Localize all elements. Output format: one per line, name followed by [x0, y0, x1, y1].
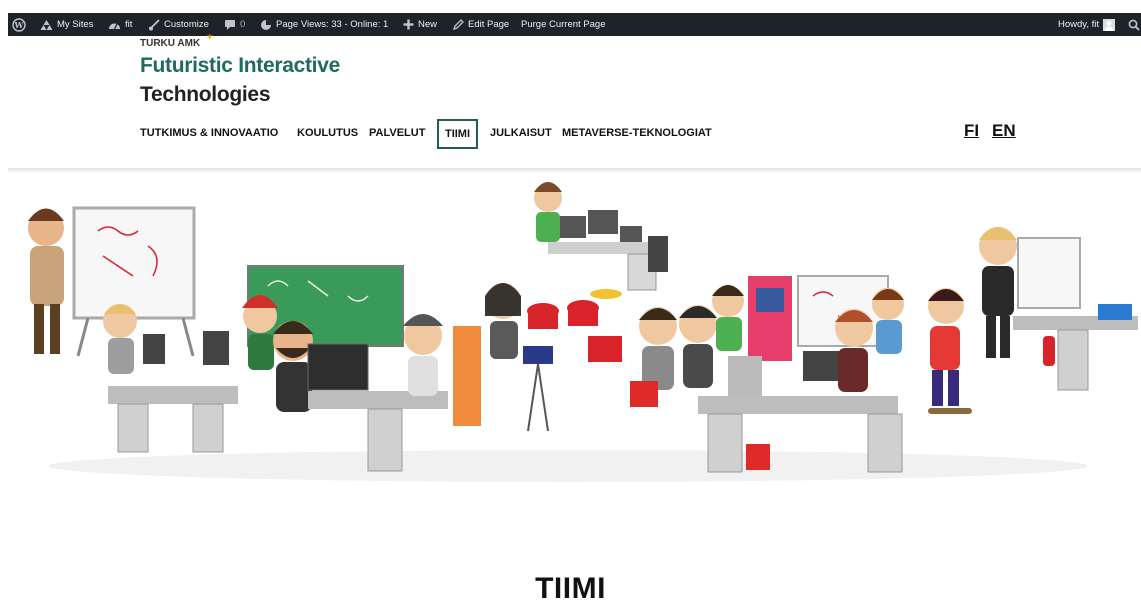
- account-menu[interactable]: Howdy, fit: [1058, 13, 1116, 36]
- nav-item-education[interactable]: KOULUTUS: [297, 127, 358, 139]
- site-name-menu[interactable]: fit: [108, 13, 132, 36]
- edit-page-button[interactable]: Edit Page: [452, 13, 509, 36]
- nav-item-publications[interactable]: JULKAISUT: [490, 127, 552, 139]
- my-sites-menu[interactable]: My Sites: [40, 13, 93, 36]
- header-divider: [8, 168, 1141, 174]
- howdy-label: Howdy, fit: [1058, 19, 1100, 30]
- plus-icon: [403, 19, 414, 30]
- dashboard-icon: [108, 19, 121, 31]
- admin-bar: W My Sites fit Customize 0 Page Views: 3…: [8, 13, 1141, 36]
- logo-title-line2: Technologies: [140, 83, 271, 106]
- language-en-link[interactable]: EN: [992, 121, 1016, 141]
- site-name-label: fit: [125, 19, 133, 30]
- nav-item-services[interactable]: PALVELUT: [369, 127, 425, 139]
- logo-star-icon: ✶: [206, 33, 214, 43]
- language-fi-link[interactable]: FI: [964, 121, 979, 141]
- team-office-illustration: [28, 182, 1138, 482]
- nav-item-research[interactable]: TUTKIMUS & INNOVAATIO: [140, 127, 278, 139]
- new-content-button[interactable]: New: [403, 13, 437, 36]
- comment-icon: [224, 19, 236, 31]
- admin-search-button[interactable]: [1128, 13, 1140, 36]
- customize-button[interactable]: Customize: [148, 13, 209, 36]
- logo-title-line1: Futuristic Interactive: [140, 54, 340, 77]
- nav-item-metaverse[interactable]: METAVERSE-TEKNOLOGIAT: [562, 127, 712, 139]
- comments-count: 0: [240, 19, 246, 30]
- wordpress-icon: W: [12, 17, 26, 32]
- page-views-item[interactable]: Page Views: 33 - Online: 1: [260, 13, 388, 36]
- comments-button[interactable]: 0: [224, 13, 245, 36]
- brush-icon: [148, 18, 160, 31]
- nav-item-team[interactable]: TIIMI: [437, 119, 478, 149]
- purge-page-button[interactable]: Purge Current Page: [521, 13, 606, 36]
- page-views-label: Page Views: 33 - Online: 1: [276, 19, 389, 30]
- new-label: New: [418, 19, 438, 30]
- avatar: [1103, 18, 1116, 31]
- pencil-icon: [452, 18, 464, 31]
- sites-icon: [40, 19, 53, 31]
- purge-label: Purge Current Page: [521, 19, 606, 30]
- my-sites-label: My Sites: [57, 19, 94, 30]
- page-title: TIIMI: [535, 572, 606, 606]
- hero-illustration: [8, 176, 1141, 486]
- svg-text:W: W: [14, 20, 25, 30]
- customize-label: Customize: [164, 19, 209, 30]
- wordpress-logo-button[interactable]: W: [12, 13, 26, 36]
- search-icon: [1128, 19, 1140, 31]
- logo-org-name: TURKU AMK: [140, 38, 201, 49]
- chart-pie-icon: [260, 19, 272, 31]
- edit-page-label: Edit Page: [468, 19, 510, 30]
